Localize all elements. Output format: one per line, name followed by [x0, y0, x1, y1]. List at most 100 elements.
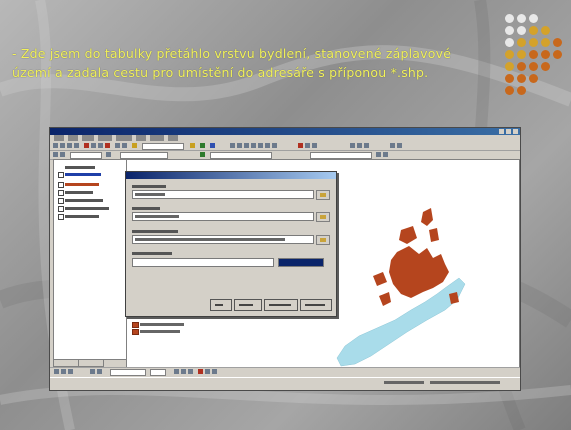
- arcmap-screenshot: [49, 127, 521, 391]
- toc-layers-root[interactable]: [58, 165, 122, 170]
- legend-item[interactable]: [132, 329, 192, 335]
- legend-item[interactable]: [132, 322, 192, 328]
- add-data-icon[interactable]: [132, 143, 137, 148]
- output-class-field[interactable]: [132, 235, 314, 244]
- polygon-fill-icon: [132, 322, 139, 328]
- italic-icon[interactable]: [181, 369, 186, 374]
- globe-icon[interactable]: [350, 143, 355, 148]
- minimize-icon[interactable]: [499, 129, 504, 134]
- find-icon[interactable]: [265, 143, 270, 148]
- forward-icon[interactable]: [364, 143, 369, 148]
- target-layer-field[interactable]: [70, 152, 102, 159]
- status-bar: [50, 377, 520, 387]
- layer-checkbox[interactable]: [58, 214, 64, 220]
- close-icon[interactable]: [513, 129, 518, 134]
- toc-layer-row[interactable]: [58, 206, 122, 212]
- menu-view[interactable]: [82, 135, 94, 141]
- toc-layer-row[interactable]: [58, 198, 122, 204]
- ok-button[interactable]: [210, 299, 232, 311]
- layer-checkbox[interactable]: [58, 182, 64, 188]
- toc-layer-row[interactable]: [58, 172, 122, 178]
- spatial-adjust-field[interactable]: [310, 152, 372, 159]
- rectangle-icon[interactable]: [90, 369, 95, 374]
- zoom-in-icon[interactable]: [230, 143, 235, 148]
- show-help-button[interactable]: [300, 299, 332, 311]
- hyperlink-icon[interactable]: [305, 143, 310, 148]
- folder-icon[interactable]: [316, 235, 330, 245]
- pan-icon[interactable]: [244, 143, 249, 148]
- tab-display[interactable]: [53, 359, 79, 367]
- tool-a-icon[interactable]: [376, 152, 381, 157]
- xy-tolerance-label: [132, 252, 172, 255]
- delete-icon[interactable]: [105, 143, 110, 148]
- sketch-icon[interactable]: [106, 152, 111, 157]
- layer-checkbox[interactable]: [58, 206, 64, 212]
- undo-icon[interactable]: [115, 143, 120, 148]
- back-icon[interactable]: [357, 143, 362, 148]
- rotate-icon[interactable]: [68, 369, 73, 374]
- georeferencing-icon[interactable]: [200, 152, 205, 157]
- input-features-field[interactable]: [132, 190, 314, 199]
- menu-window[interactable]: [150, 135, 164, 141]
- arctoolbox-icon[interactable]: [200, 143, 205, 148]
- pointer-icon[interactable]: [61, 369, 66, 374]
- select-icon[interactable]: [298, 143, 303, 148]
- print-icon[interactable]: [74, 143, 79, 148]
- tab-source[interactable]: [78, 359, 104, 367]
- font-color-icon[interactable]: [198, 369, 203, 374]
- paste-icon[interactable]: [98, 143, 103, 148]
- layer-checkbox[interactable]: [58, 172, 64, 178]
- toc-layer-row[interactable]: [58, 182, 122, 188]
- menu-edit[interactable]: [68, 135, 78, 141]
- font-field[interactable]: [110, 369, 146, 376]
- xy-tolerance-field[interactable]: [132, 258, 274, 267]
- layer-checkbox[interactable]: [58, 190, 64, 196]
- new-icon[interactable]: [53, 143, 58, 148]
- draw-pointer-icon[interactable]: [53, 152, 58, 157]
- menu-insert[interactable]: [98, 135, 112, 141]
- font-size-field[interactable]: [150, 369, 166, 376]
- full-extent-icon[interactable]: [251, 143, 256, 148]
- menu-selection[interactable]: [116, 135, 132, 141]
- redo-icon[interactable]: [122, 143, 127, 148]
- identify-icon[interactable]: [258, 143, 263, 148]
- fill-color-icon[interactable]: [205, 369, 210, 374]
- toc-layer-row[interactable]: [58, 214, 122, 220]
- clip-features-field[interactable]: [132, 212, 314, 221]
- editor-icon[interactable]: [190, 143, 195, 148]
- underline-icon[interactable]: [188, 369, 193, 374]
- layout-icon[interactable]: [397, 143, 402, 148]
- text-icon[interactable]: [97, 369, 102, 374]
- command-icon[interactable]: [210, 143, 215, 148]
- scale-field[interactable]: [142, 143, 184, 150]
- environments-button[interactable]: [264, 299, 298, 311]
- hand-icon[interactable]: [312, 143, 317, 148]
- buildings-patch: [399, 226, 417, 244]
- line-color-icon[interactable]: [212, 369, 217, 374]
- menu-help[interactable]: [168, 135, 178, 141]
- folder-icon[interactable]: [316, 190, 330, 200]
- rotate-icon[interactable]: [60, 152, 65, 157]
- cancel-button[interactable]: [234, 299, 262, 311]
- units-dropdown[interactable]: [278, 258, 324, 267]
- measure-icon[interactable]: [272, 143, 277, 148]
- app-titlebar: [50, 128, 520, 135]
- copy-icon[interactable]: [91, 143, 96, 148]
- layer-checkbox[interactable]: [58, 198, 64, 204]
- buildings-patch: [373, 272, 387, 286]
- bold-icon[interactable]: [174, 369, 179, 374]
- menu-file[interactable]: [54, 135, 64, 141]
- tool-b-icon[interactable]: [383, 152, 388, 157]
- folder-icon[interactable]: [316, 212, 330, 222]
- zoom-out-icon[interactable]: [237, 143, 242, 148]
- task-field[interactable]: [120, 152, 168, 159]
- save-icon[interactable]: [67, 143, 72, 148]
- toc-layer-row[interactable]: [58, 190, 122, 196]
- drawing-icon[interactable]: [54, 369, 59, 374]
- info-icon[interactable]: [390, 143, 395, 148]
- open-icon[interactable]: [60, 143, 65, 148]
- layer-dropdown[interactable]: [210, 152, 272, 159]
- cut-icon[interactable]: [84, 143, 89, 148]
- maximize-icon[interactable]: [506, 129, 511, 134]
- menu-tools[interactable]: [136, 135, 146, 141]
